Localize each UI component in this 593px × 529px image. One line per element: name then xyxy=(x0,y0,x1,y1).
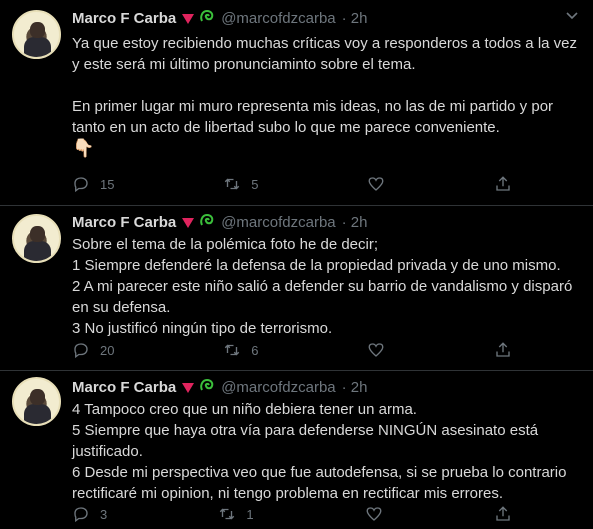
tweet-header: Marco F Carba @marcofdzcarba · 2h xyxy=(72,212,368,234)
heart-icon xyxy=(366,507,382,521)
green-swirl-emoji xyxy=(199,377,215,399)
share-button[interactable] xyxy=(494,175,512,193)
tweet-text-line: Ya que estoy recibiendo muchas críticas … xyxy=(72,35,577,73)
tweet-actions: 20 6 xyxy=(72,341,512,359)
avatar[interactable] xyxy=(12,377,61,426)
red-triangle-emoji xyxy=(182,218,195,228)
retweet-count: 5 xyxy=(251,176,259,192)
tweet-actions: 15 5 xyxy=(72,175,512,193)
tweet-header: Marco F Carba @marcofdzcarba · 2h xyxy=(72,8,368,30)
share-icon xyxy=(496,506,510,521)
handle[interactable]: @marcofdzcarba xyxy=(221,9,335,29)
retweet-button[interactable]: 6 xyxy=(223,341,258,359)
tweet-actions: 3 1 xyxy=(72,505,512,523)
reply-count: 3 xyxy=(100,506,108,522)
retweet-button[interactable]: 1 xyxy=(218,505,254,523)
reply-button[interactable]: 20 xyxy=(72,341,114,359)
retweet-icon xyxy=(220,508,235,520)
reply-button[interactable]: 3 xyxy=(72,505,107,523)
tweet-1[interactable]: Marco F Carba @marcofdzcarba · 2h Ya que… xyxy=(0,0,593,206)
retweet-icon xyxy=(225,344,240,356)
tweet-header: Marco F Carba @marcofdzcarba · 2h xyxy=(72,377,368,399)
tweet-text-line: 2 A mi parecer este niño salió a defende… xyxy=(72,278,573,316)
retweet-count: 1 xyxy=(246,506,254,522)
avatar[interactable] xyxy=(12,214,61,263)
reply-icon xyxy=(74,343,88,359)
share-button[interactable] xyxy=(494,341,512,359)
tweet-body: Sobre el tema de la polémica foto he de … xyxy=(72,234,584,339)
share-icon xyxy=(496,342,510,357)
tweet-text-line: Sobre el tema de la polémica foto he de … xyxy=(72,236,379,253)
hand-pointing-down-emoji: 👇🏻 xyxy=(72,138,95,158)
reply-icon xyxy=(74,507,88,523)
reply-button[interactable]: 15 xyxy=(72,175,114,193)
red-triangle-emoji xyxy=(182,383,195,393)
tweet-text-line: En primer lugar mi muro representa mis i… xyxy=(72,98,554,136)
display-name[interactable]: Marco F Carba xyxy=(72,378,176,398)
more-icon[interactable] xyxy=(565,8,579,26)
reply-count: 15 xyxy=(100,176,115,192)
green-swirl-emoji xyxy=(199,8,215,30)
tweet-text-line: 3 No justificó ningún tipo de terrorismo… xyxy=(72,320,333,337)
handle[interactable]: @marcofdzcarba xyxy=(221,213,335,233)
timestamp[interactable]: · 2h xyxy=(342,9,368,29)
retweet-count: 6 xyxy=(251,342,259,358)
green-swirl-emoji xyxy=(199,212,215,234)
share-icon xyxy=(496,176,510,191)
red-triangle-emoji xyxy=(182,14,195,24)
heart-icon xyxy=(368,177,384,191)
tweet-text-line: 4 Tampoco creo que un niño debiera tener… xyxy=(72,401,417,418)
tweet-text-line: 1 Siempre defenderé la defensa de la pro… xyxy=(72,257,561,274)
timestamp[interactable]: · 2h xyxy=(342,213,368,233)
display-name[interactable]: Marco F Carba xyxy=(72,213,176,233)
handle[interactable]: @marcofdzcarba xyxy=(221,378,335,398)
share-button[interactable] xyxy=(494,505,512,523)
tweet-text-line: 6 Desde mi perspectiva veo que fue autod… xyxy=(72,464,567,502)
like-button[interactable] xyxy=(365,505,383,523)
tweet-2[interactable]: Marco F Carba @marcofdzcarba · 2h Sobre … xyxy=(0,206,593,371)
reply-icon xyxy=(74,177,88,193)
tweet-body: 4 Tampoco creo que un niño debiera tener… xyxy=(72,399,584,504)
retweet-button[interactable]: 5 xyxy=(223,175,258,193)
like-button[interactable] xyxy=(367,175,385,193)
tweet-thread: Marco F Carba @marcofdzcarba · 2h Ya que… xyxy=(0,0,593,529)
timestamp[interactable]: · 2h xyxy=(342,378,368,398)
tweet-text-line: 5 Siempre que haya otra vía para defende… xyxy=(72,422,539,460)
reply-count: 20 xyxy=(100,342,115,358)
heart-icon xyxy=(368,343,384,357)
display-name[interactable]: Marco F Carba xyxy=(72,9,176,29)
like-button[interactable] xyxy=(367,341,385,359)
tweet-3[interactable]: Marco F Carba @marcofdzcarba · 2h 4 Tamp… xyxy=(0,371,593,529)
avatar[interactable] xyxy=(12,10,61,59)
tweet-body: Ya que estoy recibiendo muchas críticas … xyxy=(72,33,584,159)
retweet-icon xyxy=(225,178,240,190)
